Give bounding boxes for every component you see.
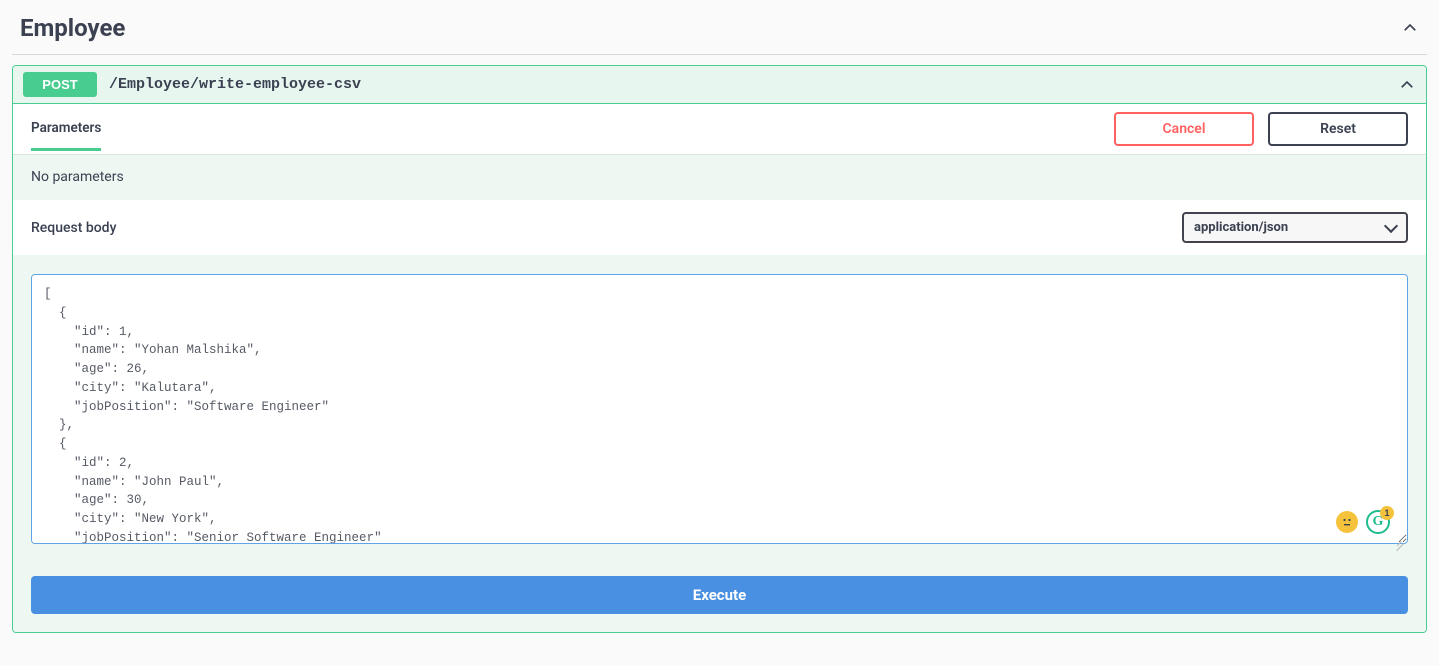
chevron-up-icon [1401,19,1419,37]
grammarly-icon[interactable]: G 1 [1366,510,1390,534]
request-body-header: Request body application/json [13,199,1426,256]
operation-summary[interactable]: POST /Employee/write-employee-csv [13,66,1426,104]
content-type-select-wrap: application/json [1182,212,1408,243]
textarea-overlay-icons: G 1 [1336,510,1390,534]
chevron-up-icon [1398,76,1416,94]
section-header[interactable]: Employee [12,10,1427,55]
cancel-button[interactable]: Cancel [1114,112,1254,146]
request-body-textarea[interactable] [31,274,1408,544]
neutral-face-icon[interactable] [1336,511,1358,533]
tab-parameters[interactable]: Parameters [31,108,101,151]
execute-row: Execute [13,570,1426,632]
request-body-area: G 1 [13,256,1426,570]
execute-button[interactable]: Execute [31,576,1408,614]
reset-button[interactable]: Reset [1268,112,1408,146]
no-parameters-label: No parameters [13,155,1426,199]
endpoint-path: /Employee/write-employee-csv [109,76,1398,93]
grammarly-badge: 1 [1380,506,1394,520]
section-title: Employee [20,14,125,42]
tabs-row: Parameters Cancel Reset [13,104,1426,155]
operation-block: POST /Employee/write-employee-csv Parame… [12,65,1427,633]
http-method-badge: POST [23,72,97,97]
request-body-label: Request body [31,220,116,236]
content-type-select[interactable]: application/json [1182,212,1408,243]
